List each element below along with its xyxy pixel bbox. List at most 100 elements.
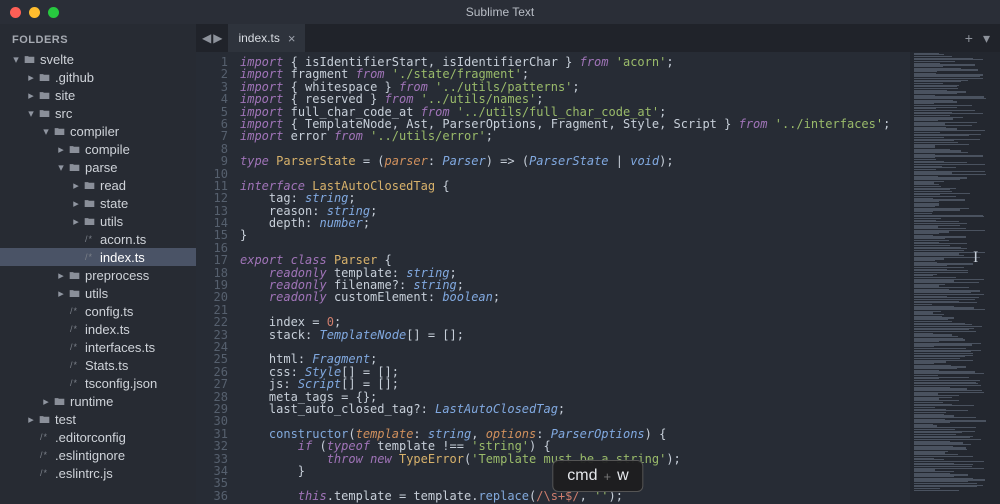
tree-item-label: tsconfig.json bbox=[85, 376, 157, 391]
file-row[interactable]: /*acorn.ts bbox=[0, 230, 196, 248]
text-cursor-icon: I bbox=[973, 252, 978, 264]
tree-item-label: utils bbox=[100, 214, 123, 229]
folder-row[interactable]: ▸site bbox=[0, 86, 196, 104]
line-number: 2 bbox=[196, 68, 228, 80]
new-tab-button[interactable]: + bbox=[965, 30, 973, 46]
chevron-right-icon: ▸ bbox=[55, 143, 67, 156]
file-row[interactable]: /*index.ts bbox=[0, 320, 196, 338]
line-number: 25 bbox=[196, 353, 228, 365]
line-number: 36 bbox=[196, 490, 228, 502]
key-separator: + bbox=[604, 469, 612, 484]
folder-row[interactable]: ▸test bbox=[0, 410, 196, 428]
file-row[interactable]: /* .editorconfig bbox=[0, 428, 196, 446]
sidebar-heading: FOLDERS bbox=[0, 30, 196, 50]
tree-item-label: .editorconfig bbox=[55, 430, 126, 445]
line-number: 22 bbox=[196, 316, 228, 328]
file-tree: ▾svelte▸.github▸site▾src▾compiler▸compil… bbox=[0, 50, 196, 482]
tab-label: index.ts bbox=[238, 31, 279, 45]
code-area[interactable]: import { isIdentifierStart, isIdentifier… bbox=[236, 52, 890, 504]
chevron-down-icon: ▾ bbox=[40, 125, 52, 138]
line-gutter: 1234567891011121314151617181920212223242… bbox=[196, 52, 236, 504]
folder-icon bbox=[67, 162, 81, 173]
line-number: 4 bbox=[196, 93, 228, 105]
folder-row[interactable]: ▸ preprocess bbox=[0, 266, 196, 284]
folder-icon bbox=[22, 54, 36, 65]
folder-icon bbox=[67, 270, 81, 281]
folder-row[interactable]: ▾ compiler bbox=[0, 122, 196, 140]
tree-item-label: preprocess bbox=[85, 268, 149, 283]
file-row[interactable]: /*interfaces.ts bbox=[0, 338, 196, 356]
tab-bar: ◀ ▶ index.ts × + ▾ bbox=[196, 24, 1000, 52]
editor[interactable]: 1234567891011121314151617181920212223242… bbox=[196, 52, 1000, 504]
folder-row[interactable]: ▸ utils bbox=[0, 212, 196, 230]
folder-icon bbox=[52, 126, 66, 137]
line-number: 9 bbox=[196, 155, 228, 167]
line-number: 17 bbox=[196, 254, 228, 266]
minimap[interactable] bbox=[910, 52, 1000, 504]
chevron-right-icon: ▸ bbox=[25, 413, 37, 426]
folder-row[interactable]: ▾src bbox=[0, 104, 196, 122]
folder-row[interactable]: ▸utils bbox=[0, 284, 196, 302]
tree-item-label: utils bbox=[85, 286, 108, 301]
folder-row[interactable]: ▸ runtime bbox=[0, 392, 196, 410]
file-icon: /* bbox=[67, 306, 81, 316]
chevron-right-icon: ▸ bbox=[70, 179, 82, 192]
file-row[interactable]: /* .eslintrc.js bbox=[0, 464, 196, 482]
folder-icon bbox=[37, 90, 51, 101]
key-cmd: cmd bbox=[567, 467, 597, 485]
line-number: 30 bbox=[196, 415, 228, 427]
line-number: 20 bbox=[196, 291, 228, 303]
tree-item-label: acorn.ts bbox=[100, 232, 146, 247]
tab-menu-icon[interactable]: ▾ bbox=[983, 30, 990, 47]
file-row[interactable]: /*index.ts bbox=[0, 248, 196, 266]
chevron-right-icon: ▸ bbox=[40, 395, 52, 408]
nav-back-icon[interactable]: ◀ bbox=[202, 31, 211, 45]
code-line: stack: TemplateNode[] = []; bbox=[240, 329, 890, 341]
folder-row[interactable]: ▾svelte bbox=[0, 50, 196, 68]
file-icon: /* bbox=[67, 342, 81, 352]
maximize-window-button[interactable] bbox=[48, 7, 59, 18]
folder-row[interactable]: ▾parse bbox=[0, 158, 196, 176]
nav-forward-icon[interactable]: ▶ bbox=[213, 31, 222, 45]
line-number: 12 bbox=[196, 192, 228, 204]
file-row[interactable]: /*tsconfig.json bbox=[0, 374, 196, 392]
tree-item-label: .eslintrc.js bbox=[55, 466, 113, 481]
file-icon: /* bbox=[37, 432, 51, 442]
file-row[interactable]: /* config.ts bbox=[0, 302, 196, 320]
tree-item-label: compiler bbox=[70, 124, 119, 139]
line-number: 27 bbox=[196, 378, 228, 390]
tree-item-label: runtime bbox=[70, 394, 113, 409]
folder-icon bbox=[82, 180, 96, 191]
folder-row[interactable]: ▸read bbox=[0, 176, 196, 194]
chevron-down-icon: ▾ bbox=[25, 107, 37, 120]
file-row[interactable]: /*Stats.ts bbox=[0, 356, 196, 374]
app-title: Sublime Text bbox=[466, 5, 534, 19]
folder-row[interactable]: ▸state bbox=[0, 194, 196, 212]
active-tab[interactable]: index.ts × bbox=[228, 24, 305, 52]
close-window-button[interactable] bbox=[10, 7, 21, 18]
folder-icon bbox=[82, 216, 96, 227]
tree-item-label: compile bbox=[85, 142, 130, 157]
file-icon: /* bbox=[37, 450, 51, 460]
code-line: type ParserState = (parser: Parser) => (… bbox=[240, 155, 890, 167]
tree-item-label: config.ts bbox=[85, 304, 133, 319]
tree-item-label: index.ts bbox=[100, 250, 145, 265]
tab-close-icon[interactable]: × bbox=[288, 31, 296, 46]
chevron-right-icon: ▸ bbox=[55, 269, 67, 282]
line-number: 15 bbox=[196, 229, 228, 241]
line-number: 7 bbox=[196, 130, 228, 142]
tree-item-label: Stats.ts bbox=[85, 358, 128, 373]
folder-icon bbox=[37, 414, 51, 425]
folder-icon bbox=[37, 108, 51, 119]
file-icon: /* bbox=[37, 468, 51, 478]
tree-item-label: site bbox=[55, 88, 75, 103]
folder-icon bbox=[52, 396, 66, 407]
file-row[interactable]: /*.eslintignore bbox=[0, 446, 196, 464]
code-line: last_auto_closed_tag?: LastAutoClosedTag… bbox=[240, 403, 890, 415]
minimize-window-button[interactable] bbox=[29, 7, 40, 18]
tree-item-label: parse bbox=[85, 160, 118, 175]
chevron-right-icon: ▸ bbox=[70, 215, 82, 228]
tab-history-nav[interactable]: ◀ ▶ bbox=[196, 24, 228, 52]
folder-row[interactable]: ▸ compile bbox=[0, 140, 196, 158]
folder-row[interactable]: ▸.github bbox=[0, 68, 196, 86]
